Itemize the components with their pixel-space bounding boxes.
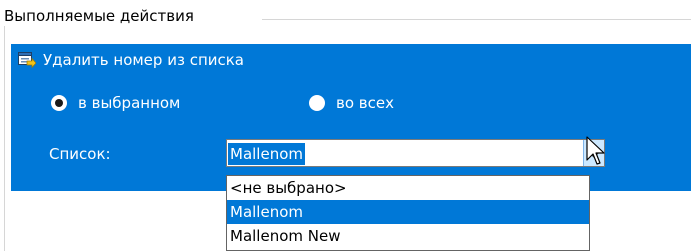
radio-circle[interactable] — [309, 95, 325, 111]
group-title: Выполняемые действия — [4, 6, 198, 26]
list-combobox[interactable]: Mallenom — [226, 139, 605, 167]
mouse-cursor-icon — [586, 136, 606, 170]
action-title: Удалить номер из списка — [43, 51, 244, 69]
radio-in-all[interactable]: во всех — [309, 93, 394, 113]
dropdown-option-selected[interactable]: Mallenom — [227, 200, 589, 224]
radio-label: во всех — [336, 94, 394, 112]
list-label: Список: — [49, 145, 111, 163]
group-frame-top — [262, 19, 691, 20]
radio-circle[interactable] — [51, 95, 67, 111]
delete-from-list-icon — [18, 52, 37, 69]
combobox-value: Mallenom — [228, 143, 305, 165]
list-dropdown[interactable]: <не выбрано> Mallenom Mallenom New — [226, 175, 590, 251]
dropdown-option[interactable]: <не выбрано> — [227, 176, 589, 200]
radio-label: в выбранном — [78, 94, 181, 112]
radio-in-selected[interactable]: в выбранном — [51, 93, 180, 113]
group-frame-left — [4, 20, 5, 251]
dropdown-option[interactable]: Mallenom New — [227, 224, 589, 248]
radio-dot — [55, 99, 63, 107]
